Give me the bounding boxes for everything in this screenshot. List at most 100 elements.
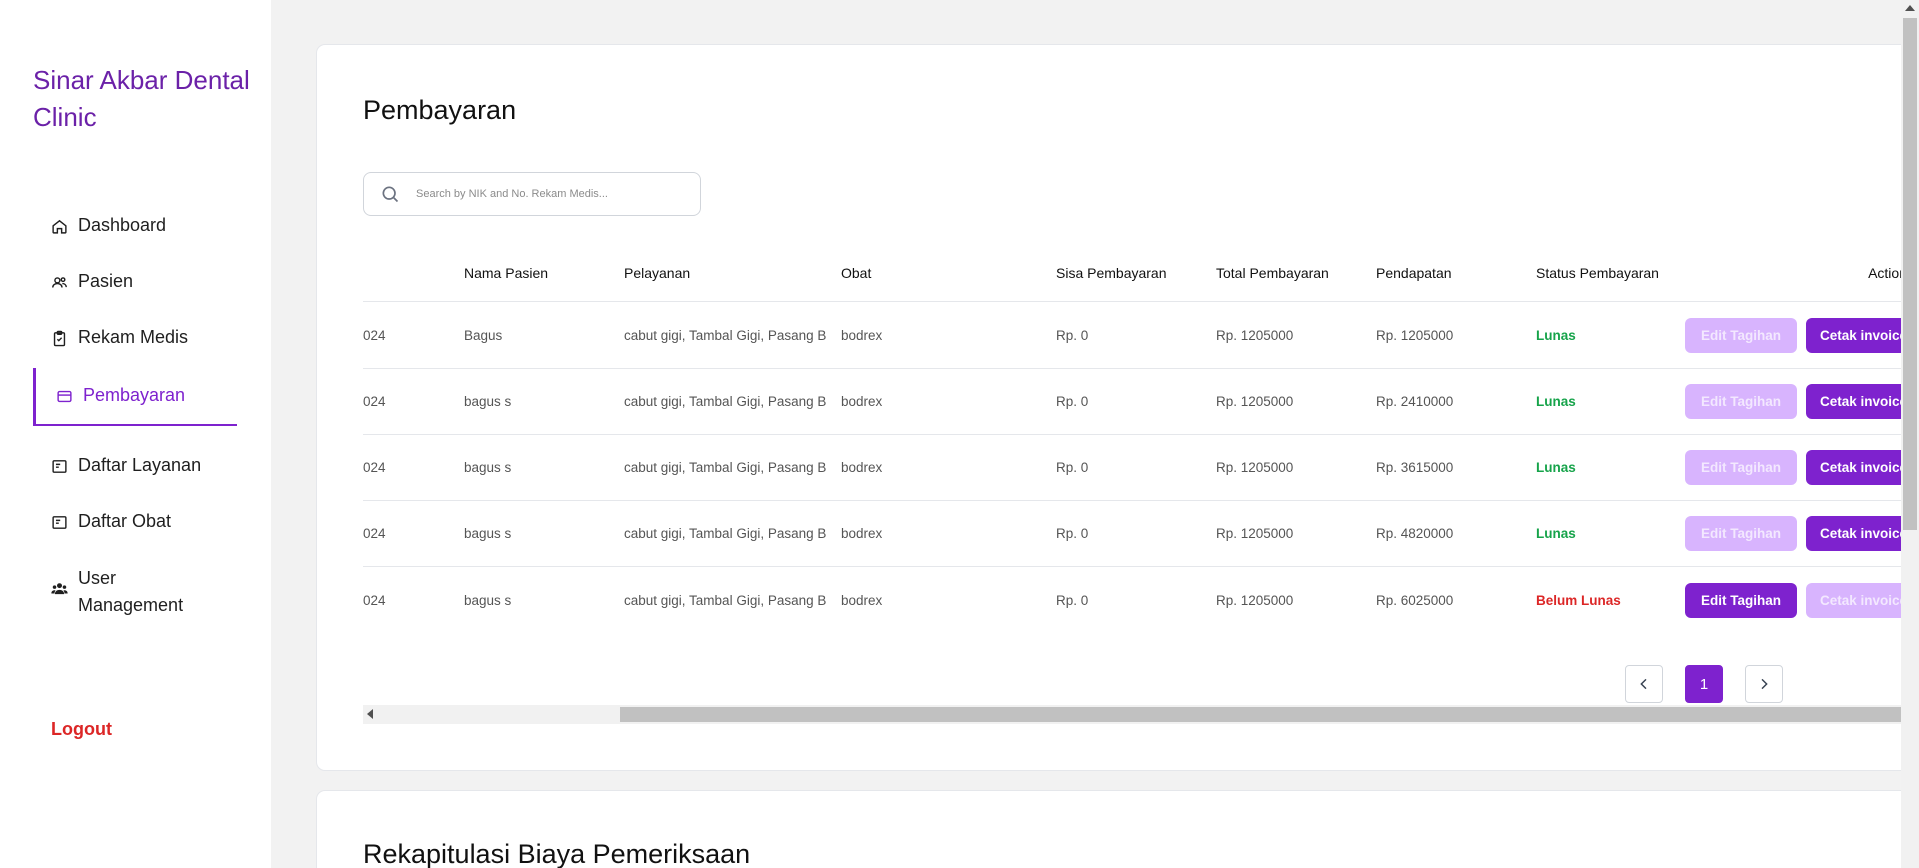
cetak-invoice-button[interactable]: Cetak invoice	[1806, 516, 1915, 551]
sidebar-item-dashboard[interactable]: Dashboard	[33, 198, 237, 254]
table-horizontal-scrollbar[interactable]	[363, 705, 1915, 724]
sidebar-item-label: Dashboard	[78, 215, 167, 235]
cetak-invoice-button[interactable]: Cetak invoice	[1806, 318, 1915, 353]
cell-obat: bodrex	[841, 394, 883, 409]
sidebar-item-user-management[interactable]: User Management	[33, 550, 237, 622]
cell-pelayanan: cabut gigi, Tambal Gigi, Pasang B	[624, 460, 827, 475]
rekap-card: Rekapitulasi Biaya Pemeriksaan	[316, 790, 1916, 868]
pagination: 1	[1625, 665, 1783, 703]
cell-date: 024	[363, 526, 386, 541]
cell-obat: bodrex	[841, 592, 883, 608]
row-actions: Edit Tagihan Cetak invoice	[1685, 384, 1915, 419]
logout-button[interactable]: Logout	[51, 719, 112, 740]
sidebar-item-label: Daftar Layanan	[78, 455, 202, 475]
cell-pendapatan: Rp. 4820000	[1376, 526, 1454, 541]
cell-sisa: Rp. 0	[1056, 526, 1089, 541]
sidebar-item-label: User Management	[78, 568, 184, 615]
cell-total: Rp. 1205000	[1216, 526, 1294, 541]
col-status-pembayaran: Status Pembayaran	[1536, 265, 1659, 281]
edit-tagihan-button[interactable]: Edit Tagihan	[1685, 450, 1797, 485]
scrollbar-thumb[interactable]	[620, 707, 1915, 722]
cell-pendapatan: Rp. 6025000	[1376, 592, 1454, 608]
sidebar-item-rekam-medis[interactable]: Rekam Medis	[33, 310, 237, 366]
cell-total: Rp. 1205000	[1216, 394, 1294, 409]
row-actions: Edit Tagihan Cetak invoice	[1685, 516, 1915, 551]
page-number-button[interactable]: 1	[1685, 665, 1723, 703]
col-sisa-pembayaran: Sisa Pembayaran	[1056, 265, 1167, 281]
cell-obat: bodrex	[841, 460, 883, 475]
home-icon	[50, 217, 68, 235]
col-pendapatan: Pendapatan	[1376, 265, 1452, 281]
cell-nama: Bagus	[464, 328, 503, 343]
table-row: 024 bagus s cabut gigi, Tambal Gigi, Pas…	[363, 501, 1915, 567]
sidebar: Sinar Akbar Dental Clinic Dashboard Pasi…	[0, 0, 271, 868]
edit-tagihan-button[interactable]: Edit Tagihan	[1685, 318, 1797, 353]
list-card-icon	[50, 513, 68, 531]
page-title: Pembayaran	[363, 95, 517, 125]
cell-nama: bagus s	[464, 394, 512, 409]
status-badge: Lunas	[1536, 526, 1576, 541]
scroll-left-arrow-icon[interactable]	[367, 709, 373, 719]
status-badge: Lunas	[1536, 460, 1576, 475]
cell-pendapatan: Rp. 1205000	[1376, 328, 1454, 343]
next-page-button[interactable]	[1745, 665, 1783, 703]
sidebar-item-label: Rekam Medis	[78, 327, 189, 347]
cell-pendapatan: Rp. 2410000	[1376, 394, 1454, 409]
edit-tagihan-button[interactable]: Edit Tagihan	[1685, 384, 1797, 419]
search-icon	[380, 184, 400, 204]
payment-card: Pembayaran Nama Pasien Pelayanan Obat Si…	[316, 44, 1916, 771]
edit-tagihan-button[interactable]: Edit Tagihan	[1685, 582, 1797, 618]
cell-pelayanan: cabut gigi, Tambal Gigi, Pasang B	[624, 328, 827, 343]
cell-total: Rp. 1205000	[1216, 460, 1294, 475]
table-row: 024 bagus s cabut gigi, Tambal Gigi, Pas…	[363, 567, 1915, 633]
page-vertical-scrollbar[interactable]	[1901, 0, 1919, 868]
user-group-icon	[50, 579, 68, 597]
search-box	[363, 172, 701, 216]
sidebar-item-label: Daftar Obat	[78, 511, 172, 531]
col-pelayanan: Pelayanan	[624, 265, 691, 281]
sidebar-nav: Dashboard Pasien Rekam Medis Pembayaran …	[33, 198, 237, 622]
sidebar-item-pasien[interactable]: Pasien	[33, 254, 237, 310]
chevron-right-icon	[1756, 676, 1772, 692]
cell-sisa: Rp. 0	[1056, 460, 1089, 475]
cell-obat: bodrex	[841, 526, 883, 541]
scroll-up-arrow-icon[interactable]	[1905, 5, 1915, 11]
clipboard-icon	[50, 329, 68, 347]
cell-pendapatan: Rp. 3615000	[1376, 460, 1454, 475]
cell-date: 024	[363, 394, 386, 409]
cetak-invoice-button[interactable]: Cetak invoice	[1806, 384, 1915, 419]
cell-pelayanan: cabut gigi, Tambal Gigi, Pasang B	[624, 394, 827, 409]
edit-tagihan-button[interactable]: Edit Tagihan	[1685, 516, 1797, 551]
chevron-left-icon	[1636, 676, 1652, 692]
users-icon	[50, 273, 68, 291]
table-row: 024 bagus s cabut gigi, Tambal Gigi, Pas…	[363, 369, 1915, 435]
payment-table: Nama Pasien Pelayanan Obat Sisa Pembayar…	[363, 245, 1915, 645]
cell-total: Rp. 1205000	[1216, 592, 1294, 608]
col-total-pembayaran: Total Pembayaran	[1216, 265, 1329, 281]
cell-pelayanan: cabut gigi, Tambal Gigi, Pasang B	[624, 526, 827, 541]
row-actions: Edit Tagihan Cetak invoice	[1685, 318, 1915, 353]
cell-date: 024	[363, 460, 386, 475]
status-badge: Belum Lunas	[1536, 592, 1621, 608]
scrollbar-thumb[interactable]	[1903, 18, 1917, 530]
sidebar-item-label: Pembayaran	[83, 385, 186, 405]
prev-page-button[interactable]	[1625, 665, 1663, 703]
cell-date: 024	[363, 592, 386, 608]
cetak-invoice-button[interactable]: Cetak invoice	[1806, 450, 1915, 485]
sidebar-item-daftar-layanan[interactable]: Daftar Layanan	[33, 438, 237, 494]
cell-total: Rp. 1205000	[1216, 328, 1294, 343]
search-input[interactable]	[416, 188, 676, 200]
cetak-invoice-button[interactable]: Cetak invoice	[1806, 582, 1915, 618]
brand-title: Sinar Akbar Dental Clinic	[33, 65, 250, 132]
cell-pelayanan: cabut gigi, Tambal Gigi, Pasang B	[624, 592, 827, 608]
col-action: Action	[1695, 265, 1907, 281]
cell-sisa: Rp. 0	[1056, 394, 1089, 409]
col-obat: Obat	[841, 265, 872, 281]
credit-card-icon	[55, 387, 73, 405]
row-actions: Edit Tagihan Cetak invoice	[1685, 450, 1915, 485]
table-header: Nama Pasien Pelayanan Obat Sisa Pembayar…	[363, 245, 1915, 302]
sidebar-item-pembayaran[interactable]: Pembayaran	[33, 368, 237, 426]
sidebar-item-label: Pasien	[78, 271, 134, 291]
sidebar-item-daftar-obat[interactable]: Daftar Obat	[33, 494, 237, 550]
table-row: 024 Bagus cabut gigi, Tambal Gigi, Pasan…	[363, 303, 1915, 369]
